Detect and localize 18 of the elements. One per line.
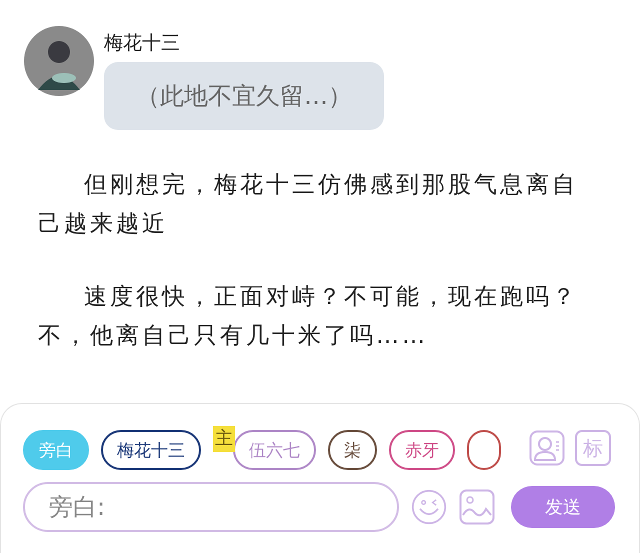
message-input[interactable]: 旁白: — [23, 482, 399, 532]
send-button[interactable]: 发送 — [511, 486, 615, 528]
image-icon[interactable] — [459, 489, 495, 525]
message-bubble: （此地不宜久留…） — [104, 62, 384, 130]
narration-paragraph: 但刚想完，梅花十三仿佛感到那股气息离自己越来越近 — [38, 171, 579, 239]
character-chip[interactable]: 柒 — [328, 430, 377, 470]
avatar — [24, 26, 94, 96]
character-chip[interactable]: 梅花十三 — [101, 430, 201, 470]
tag-button[interactable]: 标 — [575, 430, 611, 466]
emoji-icon[interactable] — [411, 489, 447, 525]
character-chip[interactable]: 旁白 — [23, 430, 89, 470]
sender-name: 梅花十三 — [104, 31, 180, 56]
contact-card-icon[interactable] — [529, 430, 565, 466]
character-chip[interactable]: 赤牙 — [389, 430, 455, 470]
narration-paragraph: 速度很快，正面对峙？不可能，现在跑吗？不，他离自己只有几十米了吗…… — [38, 283, 579, 351]
main-badge: 主 — [213, 426, 235, 452]
character-chip[interactable]: 伍六七 — [233, 430, 316, 470]
character-chip[interactable] — [467, 430, 501, 470]
